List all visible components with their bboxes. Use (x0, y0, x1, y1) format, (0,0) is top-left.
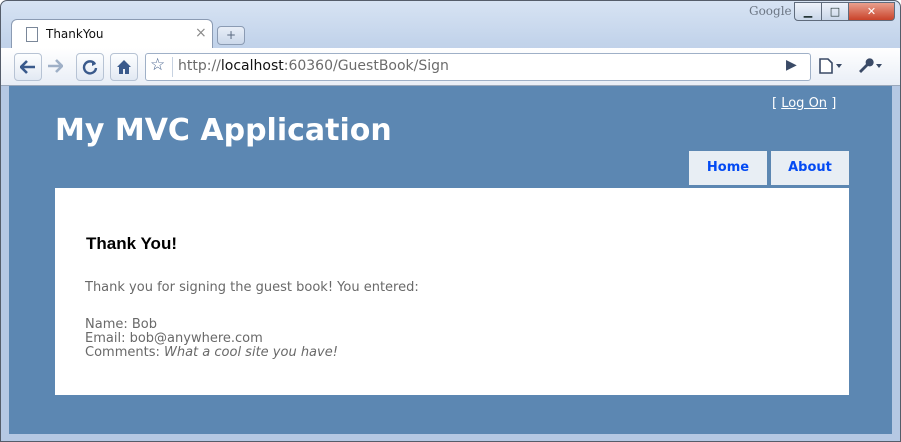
entry-details: Name: Bob Email: bob@anywhere.com Commen… (85, 318, 338, 360)
url-scheme: http:// (178, 58, 221, 74)
page-viewport: [ Log On ] My MVC Application Home About… (9, 86, 892, 434)
name-line: Name: Bob (85, 318, 338, 332)
home-button[interactable] (110, 53, 138, 81)
menu-home[interactable]: Home (689, 151, 767, 185)
main-content: Thank You! Thank you for signing the gue… (55, 188, 849, 395)
reload-button[interactable] (76, 53, 104, 81)
login-display: [ Log On ] (772, 96, 836, 111)
url-path: :60360/GuestBook/Sign (283, 58, 449, 74)
url-text[interactable]: http://localhost:60360/GuestBook/Sign (178, 58, 449, 74)
home-icon (117, 60, 131, 74)
forward-button[interactable] (42, 53, 68, 79)
back-button[interactable] (14, 53, 42, 81)
tab-thankyou[interactable]: ThankYou × (11, 19, 213, 49)
browser-toolbar: ☆ http://localhost:60360/GuestBook/Sign … (1, 48, 900, 86)
email-line: Email: bob@anywhere.com (85, 332, 338, 346)
login-bracket-close: ] (831, 96, 837, 111)
address-bar[interactable]: ☆ http://localhost:60360/GuestBook/Sign … (145, 53, 811, 81)
back-icon (20, 60, 35, 74)
browser-window: Google ▁ □ ✕ ThankYou × + ☆ http://local… (0, 0, 901, 442)
menu-about[interactable]: About (771, 151, 849, 185)
page-menu-icon (819, 58, 842, 74)
login-bracket-open: [ (772, 96, 778, 111)
site-title: My MVC Application (55, 113, 392, 148)
name-label: Name: (85, 317, 128, 332)
maximize-button[interactable]: □ (822, 2, 849, 21)
log-on-link[interactable]: Log On (781, 96, 827, 111)
omnibox-divider (172, 57, 173, 77)
go-icon[interactable]: ▶ (786, 57, 797, 73)
new-tab-button[interactable]: + (217, 26, 245, 45)
comments-label: Comments: (85, 345, 160, 360)
tab-close-icon[interactable]: × (195, 25, 207, 41)
reload-icon (82, 60, 98, 75)
forward-icon (48, 59, 63, 73)
minimize-button[interactable]: ▁ (794, 2, 822, 21)
window-controls: ▁ □ ✕ (794, 2, 895, 21)
tab-title: ThankYou (46, 27, 104, 41)
page-icon (26, 27, 38, 42)
wrench-menu-button[interactable] (854, 53, 888, 79)
name-value: Bob (131, 317, 157, 332)
bookmark-star-icon[interactable]: ☆ (150, 55, 165, 75)
close-window-button[interactable]: ✕ (849, 2, 895, 21)
email-label: Email: (85, 331, 126, 346)
page-heading: Thank You! (86, 234, 177, 253)
wrench-menu-icon (859, 58, 882, 73)
page-menu-button[interactable] (816, 53, 848, 79)
comments-value: What a cool site you have! (164, 345, 338, 360)
url-host: localhost (220, 58, 284, 74)
brand-label: Google (749, 4, 792, 18)
comments-line: Comments: What a cool site you have! (85, 346, 338, 360)
intro-text: Thank you for signing the guest book! Yo… (85, 280, 419, 295)
email-value: bob@anywhere.com (129, 331, 263, 346)
